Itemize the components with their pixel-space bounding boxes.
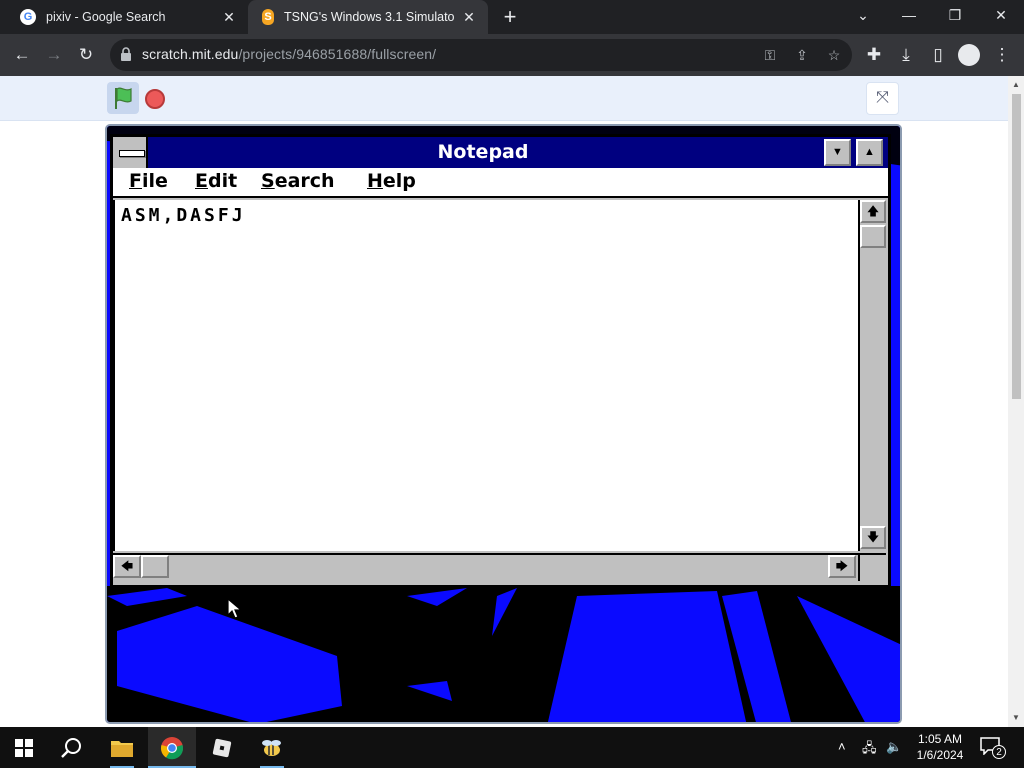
scroll-down-icon[interactable]: ▼	[1011, 713, 1021, 723]
back-button[interactable]: ←	[8, 41, 36, 69]
extensions-icon[interactable]: ✚	[860, 41, 888, 69]
lock-icon	[121, 47, 131, 61]
scroll-up-arrow-icon[interactable]: 🡅	[860, 200, 886, 223]
google-icon: G	[20, 9, 36, 25]
search-button[interactable]	[48, 727, 96, 768]
tab-google-search[interactable]: G pixiv - Google Search ✕	[8, 0, 248, 34]
scratch-page: ⤧ Notepad ▼ ▲ File Edit Search Help ASM,…	[0, 76, 1024, 727]
search-icon	[61, 737, 81, 758]
close-icon[interactable]: ✕	[220, 8, 238, 26]
close-window-button[interactable]: ✕	[978, 0, 1024, 32]
new-tab-button[interactable]: +	[498, 5, 522, 29]
horizontal-scroll-thumb[interactable]	[141, 555, 169, 578]
menu-search[interactable]: Search	[261, 170, 335, 192]
start-button[interactable]	[0, 727, 48, 768]
notepad-window: Notepad ▼ ▲ File Edit Search Help ASM,DA…	[110, 134, 891, 588]
star-icon[interactable]: ☆	[822, 43, 846, 67]
address-bar[interactable]: scratch.mit.edu/projects/946851688/fulls…	[110, 39, 852, 71]
tab-scratch-simulator[interactable]: S TSNG's Windows 3.1 Simulator o ✕	[248, 0, 488, 34]
menu-help[interactable]: Help	[367, 170, 416, 192]
app-taskbar-button[interactable]	[248, 727, 296, 768]
action-center-button[interactable]: 2	[980, 737, 1006, 759]
scratch-controls-bar: ⤧	[0, 76, 1008, 121]
scroll-up-icon[interactable]: ▲	[1011, 80, 1021, 90]
chrome-taskbar-button[interactable]	[148, 727, 196, 768]
tab-title: pixiv - Google Search	[46, 10, 166, 24]
url-text[interactable]: scratch.mit.edu/projects/946851688/fulls…	[142, 46, 436, 62]
scroll-right-arrow-icon[interactable]: 🡆	[828, 555, 856, 578]
notepad-menubar: File Edit Search Help	[113, 168, 888, 198]
clock-time: 1:05 AM	[917, 732, 963, 746]
url-path: /projects/946851688/fullscreen/	[238, 46, 437, 62]
minimize-button[interactable]: —	[886, 0, 932, 32]
vertical-scrollbar[interactable]: 🡅 🡇	[858, 200, 886, 551]
window-title: Notepad	[437, 141, 529, 163]
side-panel-icon[interactable]: ▯	[924, 41, 952, 69]
notepad-content: ASM,DASFJ	[121, 205, 246, 226]
tab-title: TSNG's Windows 3.1 Simulator o	[284, 10, 454, 24]
windows-logo-icon	[15, 738, 33, 757]
scratch-stage[interactable]: Notepad ▼ ▲ File Edit Search Help ASM,DA…	[105, 124, 902, 724]
green-flag-icon	[115, 87, 132, 109]
volume-muted-icon[interactable]: 🔈	[886, 739, 902, 755]
menu-kebab-icon[interactable]: ⋮	[988, 41, 1016, 69]
chevron-up-icon[interactable]: ˄	[838, 739, 846, 754]
reload-button[interactable]: ↻	[72, 41, 100, 69]
browser-toolbar: ← → ↻ scratch.mit.edu/projects/946851688…	[0, 34, 1024, 76]
chrome-icon	[160, 736, 184, 759]
taskbar-clock[interactable]: 1:05 AM 1/6/2024	[912, 731, 968, 763]
maximize-button[interactable]: ▲	[856, 139, 883, 166]
share-icon[interactable]: ⇪	[790, 43, 814, 67]
roblox-icon	[212, 738, 232, 757]
key-icon[interactable]: ⚿	[758, 43, 782, 67]
close-icon[interactable]: ✕	[460, 8, 478, 26]
restore-button[interactable]: ❐	[932, 0, 978, 32]
horizontal-scrollbar[interactable]: 🡄 🡆	[113, 553, 858, 581]
bee-app-icon	[262, 739, 281, 756]
scratch-cat-icon: S	[262, 9, 274, 25]
folder-icon	[111, 740, 133, 757]
green-flag-button[interactable]	[107, 82, 139, 114]
scroll-down-arrow-icon[interactable]: 🡇	[860, 526, 886, 549]
windows-taskbar: ˄ 🖧 🔈 1:05 AM 1/6/2024 2	[0, 727, 1024, 768]
network-icon[interactable]: 🖧	[862, 739, 877, 761]
notification-count-badge: 2	[992, 745, 1006, 759]
forward-button[interactable]: →	[40, 41, 68, 69]
exit-fullscreen-button[interactable]: ⤧	[866, 82, 899, 115]
tab-search-chevron-icon[interactable]: ⌄	[840, 0, 886, 32]
page-scrollbar[interactable]: ▲ ▼	[1008, 76, 1024, 727]
menu-edit[interactable]: Edit	[195, 170, 237, 192]
notepad-frame: Notepad ▼ ▲ File Edit Search Help ASM,DA…	[113, 137, 888, 585]
notepad-text-area[interactable]: ASM,DASFJ	[113, 200, 858, 551]
profile-avatar[interactable]	[958, 44, 980, 66]
size-box	[858, 553, 886, 581]
menu-file[interactable]: File	[129, 170, 168, 192]
scroll-left-arrow-icon[interactable]: 🡄	[113, 555, 141, 578]
system-menu-button[interactable]	[113, 137, 148, 168]
page-scroll-thumb[interactable]	[1012, 94, 1021, 399]
roblox-taskbar-button[interactable]	[198, 727, 246, 768]
mouse-cursor-icon	[227, 598, 243, 619]
browser-tab-strip: G pixiv - Google Search ✕ S TSNG's Windo…	[0, 0, 1024, 34]
url-host: scratch.mit.edu	[142, 46, 239, 62]
file-explorer-button[interactable]	[98, 727, 146, 768]
vertical-scroll-thumb[interactable]	[860, 225, 886, 248]
download-icon[interactable]: ⤓	[892, 41, 920, 69]
minimize-button[interactable]: ▼	[824, 139, 851, 166]
notepad-titlebar[interactable]: Notepad ▼ ▲	[113, 137, 888, 168]
clock-date: 1/6/2024	[916, 748, 964, 762]
stop-button[interactable]	[145, 89, 165, 109]
